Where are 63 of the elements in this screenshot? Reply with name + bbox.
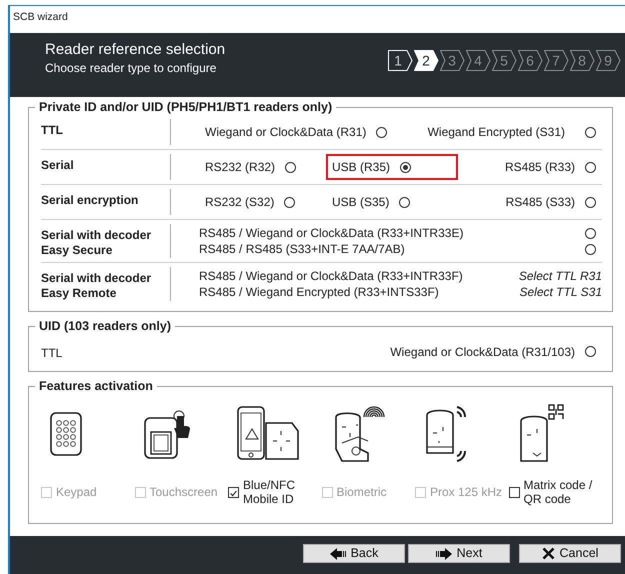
radio-button[interactable]	[284, 196, 296, 208]
close-icon	[542, 547, 555, 560]
checkbox-label: Biometric	[336, 485, 387, 499]
arrow-icon	[330, 548, 346, 560]
row-label: Serial	[41, 154, 171, 180]
step-indicator: 1	[388, 50, 413, 71]
page-title: Reader reference selection	[45, 41, 226, 59]
group-title: Private ID and/or UID (PH5/PH1/BT1 readers only)	[38, 99, 334, 115]
step-indicator: 3	[440, 50, 465, 71]
radio-button[interactable]	[585, 346, 596, 357]
radio-button[interactable]	[285, 162, 296, 172]
step-indicator: 2	[414, 50, 439, 71]
radio-button[interactable]	[376, 126, 388, 138]
row-label: TTL	[41, 345, 64, 362]
radio-button[interactable]	[400, 162, 412, 172]
option-label: USB (S35)	[332, 194, 390, 211]
option-label: Wiegand or Clock&Data (R31)	[205, 124, 366, 141]
radio-button[interactable]	[585, 228, 596, 238]
keypad-icon	[49, 410, 83, 456]
checkbox-label: Prox 125 kHz	[430, 485, 502, 499]
step-indicator: 4	[466, 50, 491, 71]
option-label: USB (R35)	[332, 159, 390, 176]
window-title: SCB wizard	[13, 11, 68, 23]
checkbox-label: Touchscreen	[150, 485, 218, 499]
checkbox[interactable]	[228, 486, 239, 498]
option-label: RS485 / RS485 (S33+INT-E 7AA/7AB)	[199, 241, 405, 257]
cancel-button[interactable]: Cancel	[519, 544, 621, 563]
checkbox-label: Blue/NFC Mobile ID	[243, 478, 296, 506]
group-title: UID (103 readers only)	[38, 318, 172, 334]
hint-text: Select TTL S31	[520, 284, 602, 300]
row-label: TTL	[41, 119, 171, 145]
option-label: RS485 (S33)	[506, 194, 575, 211]
hint-text: Select TTL R31	[518, 268, 602, 284]
option-label: Wiegand or Clock&Data (R31/103)	[390, 344, 575, 360]
option-label: RS232 (R32)	[205, 159, 276, 176]
radio-button[interactable]	[399, 196, 410, 208]
radio-button[interactable]	[585, 244, 596, 254]
step-indicator: 8	[570, 50, 595, 71]
step-indicator: 5	[492, 50, 517, 71]
row-label: Serial with decoder Easy Secure	[41, 224, 171, 258]
option-label: RS485 / Wiegand or Clock&Data (R33+INTR33E)	[199, 225, 464, 241]
radio-button[interactable]	[585, 126, 596, 138]
back-button[interactable]: Back	[303, 544, 405, 563]
option-label: RS485 / Wiegand or Clock&Data (R33+INTR33F)	[199, 268, 463, 284]
option-label: Wiegand Encrypted (S31)	[428, 124, 565, 141]
option-label: RS485 (R33)	[504, 159, 575, 176]
step-indicator: 6	[518, 50, 543, 71]
option-label: RS485 / Wiegand Encrypted (R33+INTS33F)	[199, 284, 439, 300]
arrow-icon	[436, 548, 452, 560]
step-indicator: 9	[596, 50, 621, 71]
next-button[interactable]: Next	[408, 544, 510, 563]
checkbox-label: Matrix code / QR code	[524, 478, 592, 506]
checkbox[interactable]	[508, 486, 520, 498]
radio-button[interactable]	[585, 196, 596, 208]
checkbox-label: Keypad	[56, 485, 97, 499]
page-subtitle: Choose reader type to configure	[45, 60, 218, 77]
group-title: Features activation	[38, 378, 154, 394]
radio-button[interactable]	[585, 162, 596, 172]
row-label: Serial with decoder Easy Remote	[41, 267, 171, 301]
row-label: Serial encryption	[41, 189, 171, 215]
option-label: RS232 (S32)	[205, 194, 274, 211]
phone-reader-icon	[236, 404, 300, 462]
step-indicator: 7	[544, 50, 569, 71]
